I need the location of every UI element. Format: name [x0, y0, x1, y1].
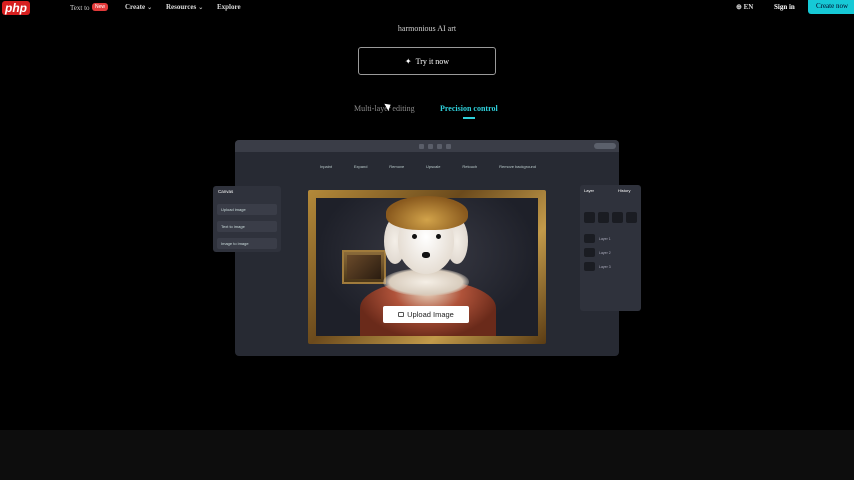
site-logo[interactable]: php — [2, 1, 30, 15]
layer-thumb — [584, 234, 595, 243]
layer-thumb — [584, 248, 595, 257]
nav-create-label: Create — [125, 3, 146, 11]
layer-name: Layer 3 — [599, 265, 611, 269]
editor-title-bar — [235, 140, 619, 152]
history-panel-title: History — [618, 188, 631, 193]
dog-eye-left — [412, 234, 417, 239]
tool-retouch: Retouch — [462, 164, 478, 169]
layer-name: Layer 1 — [599, 237, 611, 241]
upload-image-label: Upload Image — [407, 310, 454, 319]
language-switch[interactable]: ⊕ EN — [736, 3, 753, 11]
layer-tool-icon — [612, 212, 623, 223]
chevron-down-icon: ⌄ — [198, 5, 204, 11]
toolbar-icon — [419, 144, 424, 149]
tool-inpaint: Inpaint — [320, 164, 333, 169]
editor-export-pill — [594, 143, 616, 149]
nav-text-to[interactable]: Text to — [70, 4, 90, 12]
layer-tool-icon — [598, 212, 609, 223]
layer-tool-icon — [626, 212, 637, 223]
tool-upscale: Upscale — [426, 164, 441, 169]
nav-resources[interactable]: Resources ⌄ — [166, 3, 203, 11]
toolbar-icon — [437, 144, 442, 149]
layer-panel-title: Layer — [584, 188, 595, 193]
upload-image-item: Upload image — [217, 204, 277, 215]
tool-remove-background: Remove background — [499, 164, 536, 169]
dog-hat — [386, 196, 468, 230]
background-painting-inner — [347, 255, 381, 279]
layer-thumb — [584, 262, 595, 271]
tab-precision-control[interactable]: Precision control — [440, 104, 498, 113]
left-panel-title: Canvas — [218, 189, 234, 194]
toolbar-icon — [446, 144, 451, 149]
sparkle-icon: ✦ — [404, 56, 412, 66]
try-label: Try it now — [415, 56, 450, 66]
layer-name: Layer 2 — [599, 251, 611, 255]
text-to-image-item: Text to image — [217, 221, 277, 232]
layer-tool-icon — [584, 212, 595, 223]
image-icon — [398, 312, 405, 317]
edit-toolbar: Inpaint Expand Remove Upscale Retouch Re… — [320, 164, 536, 172]
nav-resources-label: Resources — [166, 3, 197, 11]
upload-image-button[interactable]: Upload Image — [383, 306, 469, 323]
hero-tagline: harmonious AI art — [397, 24, 457, 33]
dog-nose — [422, 252, 430, 258]
tool-remove: Remove — [389, 164, 405, 169]
globe-icon: ⊕ — [736, 3, 742, 11]
new-badge: New — [92, 3, 109, 11]
toolbar-icon — [428, 144, 433, 149]
tool-expand: Expand — [353, 164, 368, 169]
nav-create[interactable]: Create ⌄ — [125, 3, 152, 11]
try-it-now-button[interactable]: ✦ Try it now — [358, 47, 496, 75]
create-now-button[interactable]: Create now — [808, 0, 854, 14]
sign-in-link[interactable]: Sign in — [774, 3, 795, 11]
dog-eye-right — [436, 234, 441, 239]
footer-band — [0, 430, 854, 480]
image-to-image-item: Image to image — [217, 238, 277, 249]
chevron-down-icon: ⌄ — [147, 5, 153, 11]
lang-label: EN — [743, 3, 754, 11]
nav-explore[interactable]: Explore — [217, 3, 241, 11]
active-tab-indicator — [463, 117, 475, 119]
